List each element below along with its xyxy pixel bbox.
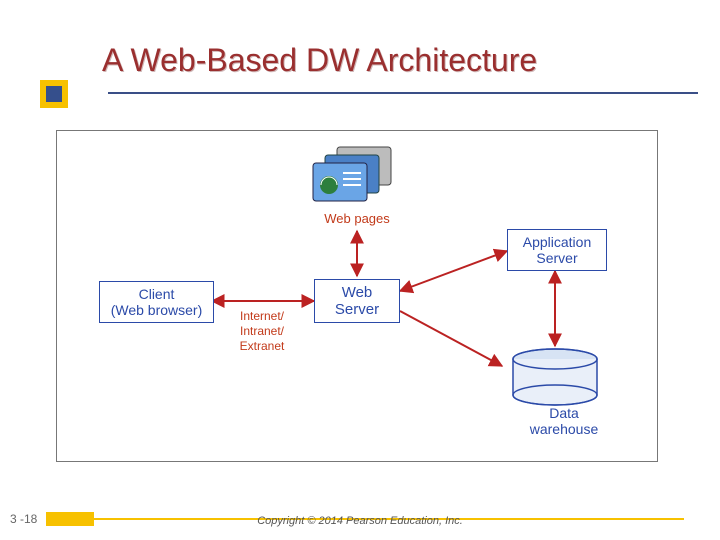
diagram: Web pages Client (Web browser) Internet/… [57,131,657,461]
web-server-node: Web Server [314,279,400,323]
title-accent-inner [46,86,62,102]
web-server-label: Web Server [335,284,379,319]
web-pages-label: Web pages [317,211,397,226]
web-pages-icon [311,145,397,211]
client-label: Client (Web browser) [111,286,203,318]
edge-webserver-appserver [400,251,507,291]
internet-label: Internet/ Intranet/ Extranet [227,309,297,354]
copyright-text: Copyright © 2014 Pearson Education, Inc. [0,515,720,527]
edge-webserver-dw [400,311,502,366]
app-server-node: Application Server [507,229,607,271]
app-server-label: Application Server [523,234,592,266]
page-title: A Web-Based DW Architecture [102,42,537,79]
data-warehouse-label: Data warehouse [519,405,609,437]
title-accent-square [40,80,68,108]
diagram-frame: Web pages Client (Web browser) Internet/… [56,130,658,462]
title-underline [108,92,698,94]
client-node: Client (Web browser) [99,281,214,323]
